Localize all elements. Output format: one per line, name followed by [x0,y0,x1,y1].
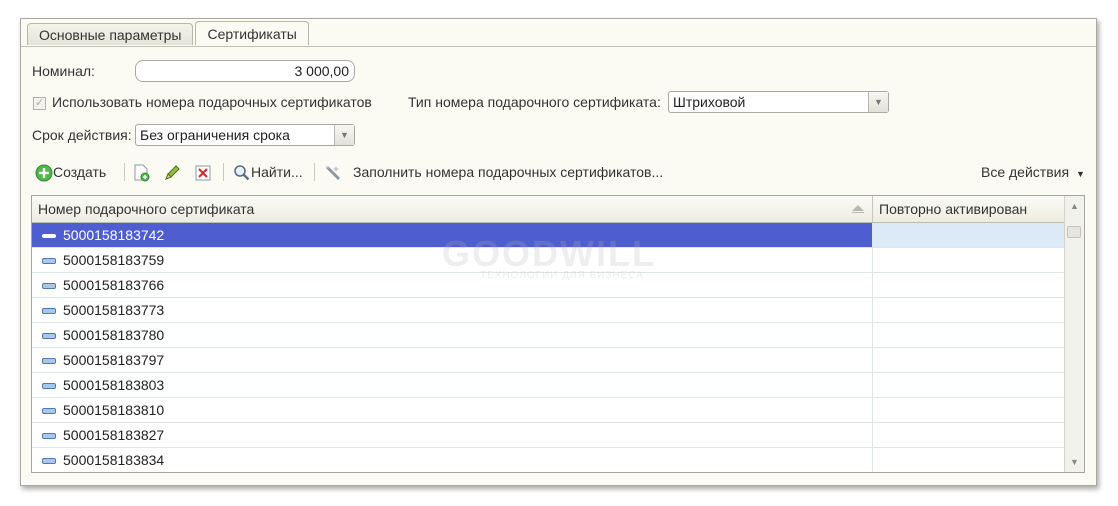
vertical-scrollbar[interactable]: ▲ ▼ [1064,196,1084,472]
certificate-number: 5000158183834 [63,452,165,468]
tab-main-parameters[interactable]: Основные параметры [27,23,194,45]
tab-strip: Основные параметры Сертификаты [27,21,311,47]
toolbar-separator [124,163,125,181]
table-row[interactable]: 5000158183773 [32,298,1065,323]
certificate-number: 5000158183803 [63,377,165,393]
magnifier-icon [234,165,250,181]
delete-icon [195,165,211,181]
add-circle-icon [35,164,53,182]
certificates-table: Номер подарочного сертификата Повторно а… [31,195,1085,473]
reactivated-cell[interactable] [873,223,1065,247]
fill-wand-icon [325,166,341,181]
table-row[interactable]: 5000158183803 [32,373,1065,398]
reactivated-cell[interactable] [873,273,1065,297]
certificate-number: 5000158183759 [63,252,165,268]
scroll-thumb[interactable] [1067,226,1081,238]
chevron-down-icon[interactable]: ▼ [334,125,354,145]
table-header: Номер подарочного сертификата Повторно а… [32,196,1084,223]
row-item-icon [42,333,56,339]
find-button[interactable]: Найти... [233,161,303,183]
cert-type-label: Тип номера подарочного сертификата: [408,94,661,110]
table-row[interactable]: 5000158183827 [32,423,1065,448]
certificate-number: 5000158183797 [63,352,165,368]
all-actions-menu[interactable]: Все действия ▼ [981,161,1085,183]
certificate-number: 5000158183742 [63,227,165,243]
certificate-number: 5000158183766 [63,277,165,293]
nominal-label: Номинал: [32,63,95,79]
table-row[interactable]: 5000158183742 [32,223,1065,248]
reactivated-cell[interactable] [873,323,1065,347]
table-row[interactable]: 5000158183810 [32,398,1065,423]
column-header-number-label: Номер подарочного сертификата [38,201,255,217]
toolbar-separator [314,163,315,181]
scroll-down-icon[interactable]: ▼ [1065,452,1084,472]
delete-button[interactable] [194,161,212,183]
tab-divider [21,46,1096,47]
pencil-icon [165,165,180,181]
copy-button[interactable] [132,161,152,183]
find-label: Найти... [251,164,303,180]
row-item-icon [42,258,56,264]
table-row[interactable]: 5000158183834 [32,448,1065,472]
toolbar-separator [223,163,224,181]
certificate-number: 5000158183827 [63,427,165,443]
cert-type-select[interactable]: Штриховой ▼ [668,91,889,113]
row-item-icon [42,383,56,389]
validity-label: Срок действия: [32,127,132,143]
certificate-number: 5000158183780 [63,327,165,343]
edit-button[interactable] [163,161,181,183]
reactivated-cell[interactable] [873,373,1065,397]
certificate-number: 5000158183810 [63,402,165,418]
nominal-field[interactable]: 3 000,00 [135,60,355,82]
row-item-icon [42,283,56,289]
table-body: 5000158183742 5000158183759 500015818376… [32,223,1065,472]
use-numbers-label: Использовать номера подарочных сертифика… [52,94,372,110]
toolbar: Создать Найти... Заполнить номера подаро… [35,161,1085,183]
sort-indicator-icon [852,205,864,213]
validity-select[interactable]: Без ограничения срока ▼ [135,124,355,146]
row-item-icon [42,358,56,364]
cert-type-value: Штриховой [673,94,746,110]
tab-certificates[interactable]: Сертификаты [195,21,309,45]
create-label: Создать [53,164,107,180]
chevron-down-icon[interactable]: ▼ [868,92,888,112]
row-item-icon [42,458,56,464]
row-item-icon [42,433,56,439]
table-row[interactable]: 5000158183759 [32,248,1065,273]
row-item-icon [42,234,56,238]
reactivated-cell[interactable] [873,348,1065,372]
row-item-icon [42,408,56,414]
scroll-up-icon[interactable]: ▲ [1065,196,1084,216]
table-row[interactable]: 5000158183797 [32,348,1065,373]
create-button[interactable]: Создать [35,161,106,183]
reactivated-cell[interactable] [873,248,1065,272]
table-row[interactable]: 5000158183780 [32,323,1065,348]
reactivated-cell[interactable] [873,423,1065,447]
form-window: Основные параметры Сертификаты Номинал: … [20,18,1097,486]
column-header-number[interactable]: Номер подарочного сертификата [32,196,873,222]
reactivated-cell[interactable] [873,448,1065,472]
fill-numbers-label: Заполнить номера подарочных сертификатов… [353,164,664,180]
caret-down-icon: ▼ [1075,169,1085,179]
table-row[interactable]: 5000158183766 [32,273,1065,298]
certificate-number: 5000158183773 [63,302,165,318]
column-header-reactivated[interactable]: Повторно активирован [873,196,1065,222]
row-item-icon [42,308,56,314]
reactivated-cell[interactable] [873,398,1065,422]
fill-numbers-button[interactable]: Заполнить номера подарочных сертификатов… [323,161,663,183]
validity-value: Без ограничения срока [140,127,290,143]
reactivated-cell[interactable] [873,298,1065,322]
copy-document-icon [134,164,150,182]
use-numbers-checkbox[interactable]: ✓ [33,97,46,110]
all-actions-label: Все действия [981,164,1070,180]
